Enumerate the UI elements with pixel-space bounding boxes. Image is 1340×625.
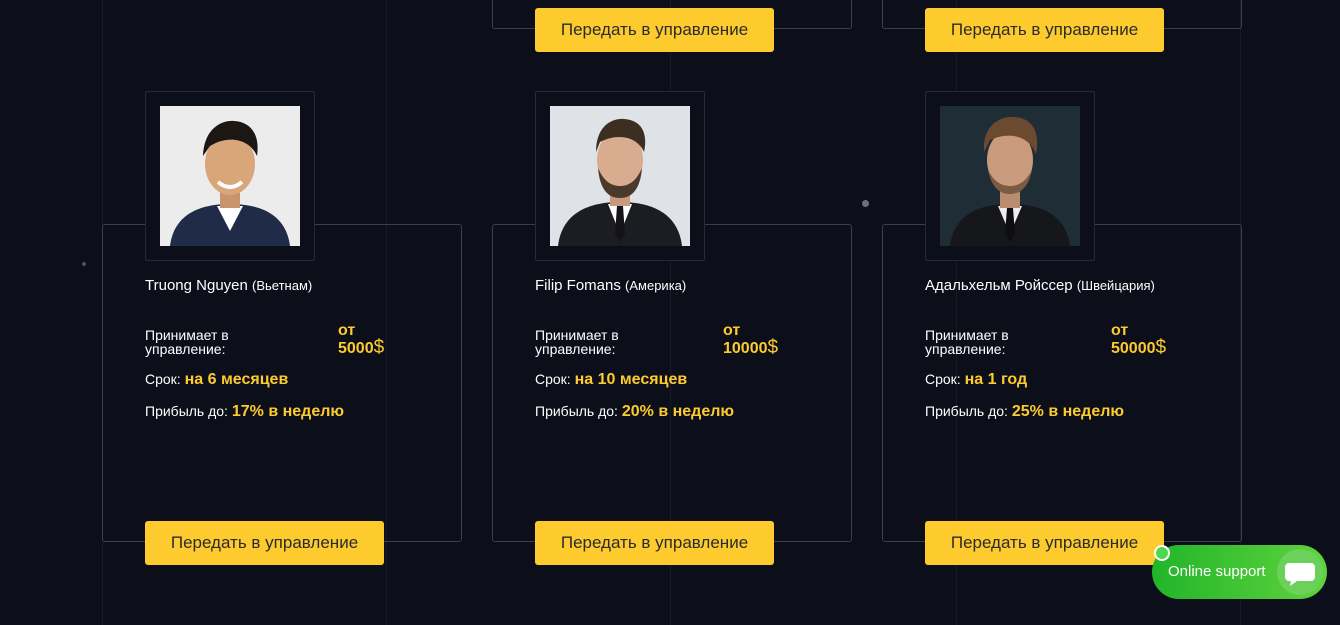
accepts-label-line1: Принимает в	[925, 327, 1009, 343]
profit-row: Прибыль до: 17% в неделю	[145, 403, 344, 421]
manager-country: (Вьетнам)	[252, 278, 313, 293]
online-support-button[interactable]: Online support	[1152, 545, 1327, 599]
currency-symbol: $	[767, 337, 779, 358]
manager-name-text: Truong Nguyen	[145, 277, 248, 294]
term-value: на 1 год	[964, 371, 1028, 388]
term-value: на 6 месяцев	[184, 371, 289, 388]
online-status-indicator	[1154, 545, 1170, 561]
manager-photo-frame	[925, 91, 1095, 261]
manager-name-text: Filip Fomans	[535, 277, 621, 294]
transfer-button[interactable]: Передать в управление	[535, 8, 774, 52]
accepts-label-line2: управление:	[145, 341, 226, 357]
manager-name: Адальхельм Ройссер (Швейцария)	[925, 277, 1155, 294]
manager-photo-frame	[535, 91, 705, 261]
term-value: на 10 месяцев	[574, 371, 688, 388]
profit-label: Прибыль до:	[925, 403, 1008, 419]
transfer-button[interactable]: Передать в управление	[925, 521, 1164, 565]
min-amount: от 10000$	[723, 322, 778, 357]
manager-name: Filip Fomans (Америка)	[535, 277, 686, 294]
profit-value: 25% в неделю	[1011, 403, 1125, 420]
from-label: от	[338, 322, 356, 339]
profit-label: Прибыль до:	[535, 403, 618, 419]
accepts-label: Принимает в управление:	[145, 328, 229, 356]
manager-name: Truong Nguyen (Вьетнам)	[145, 277, 312, 294]
accepts-label: Принимает в управление:	[535, 328, 619, 356]
manager-name-text: Адальхельм Ройссер	[925, 277, 1073, 294]
min-amount: от 50000$	[1111, 322, 1166, 357]
transfer-button[interactable]: Передать в управление	[145, 521, 384, 565]
online-support-label: Online support	[1168, 563, 1266, 580]
manager-photo	[940, 106, 1080, 246]
chat-icon	[1277, 549, 1323, 595]
manager-country: (Швейцария)	[1076, 278, 1155, 293]
min-amount: от 5000$	[338, 322, 384, 357]
term-row: Срок: на 1 год	[925, 371, 1027, 389]
transfer-button[interactable]: Передать в управление	[925, 8, 1164, 52]
term-row: Срок: на 10 месяцев	[535, 371, 687, 389]
amount-value: 10000	[723, 340, 768, 357]
profit-value: 17% в неделю	[231, 403, 345, 420]
decor-dot	[82, 262, 86, 266]
decor-dot	[862, 200, 869, 207]
amount-value: 5000	[338, 340, 374, 357]
profit-row: Прибыль до: 25% в неделю	[925, 403, 1124, 421]
from-label: от	[723, 322, 741, 339]
accepts-label-line2: управление:	[925, 341, 1006, 357]
currency-symbol: $	[1155, 337, 1167, 358]
manager-photo	[160, 106, 300, 246]
profit-label: Прибыль до:	[145, 403, 228, 419]
manager-photo-frame	[145, 91, 315, 261]
term-label: Срок:	[535, 371, 571, 387]
currency-symbol: $	[373, 337, 385, 358]
term-label: Срок:	[925, 371, 961, 387]
accepts-label: Принимает в управление:	[925, 328, 1009, 356]
profit-row: Прибыль до: 20% в неделю	[535, 403, 734, 421]
transfer-button[interactable]: Передать в управление	[535, 521, 774, 565]
manager-photo	[550, 106, 690, 246]
manager-country: (Америка)	[625, 278, 687, 293]
from-label: от	[1111, 322, 1129, 339]
accepts-label-line1: Принимает в	[145, 327, 229, 343]
term-row: Срок: на 6 месяцев	[145, 371, 288, 389]
amount-value: 50000	[1111, 340, 1156, 357]
term-label: Срок:	[145, 371, 181, 387]
accepts-label-line1: Принимает в	[535, 327, 619, 343]
profit-value: 20% в неделю	[621, 403, 735, 420]
accepts-label-line2: управление:	[535, 341, 616, 357]
